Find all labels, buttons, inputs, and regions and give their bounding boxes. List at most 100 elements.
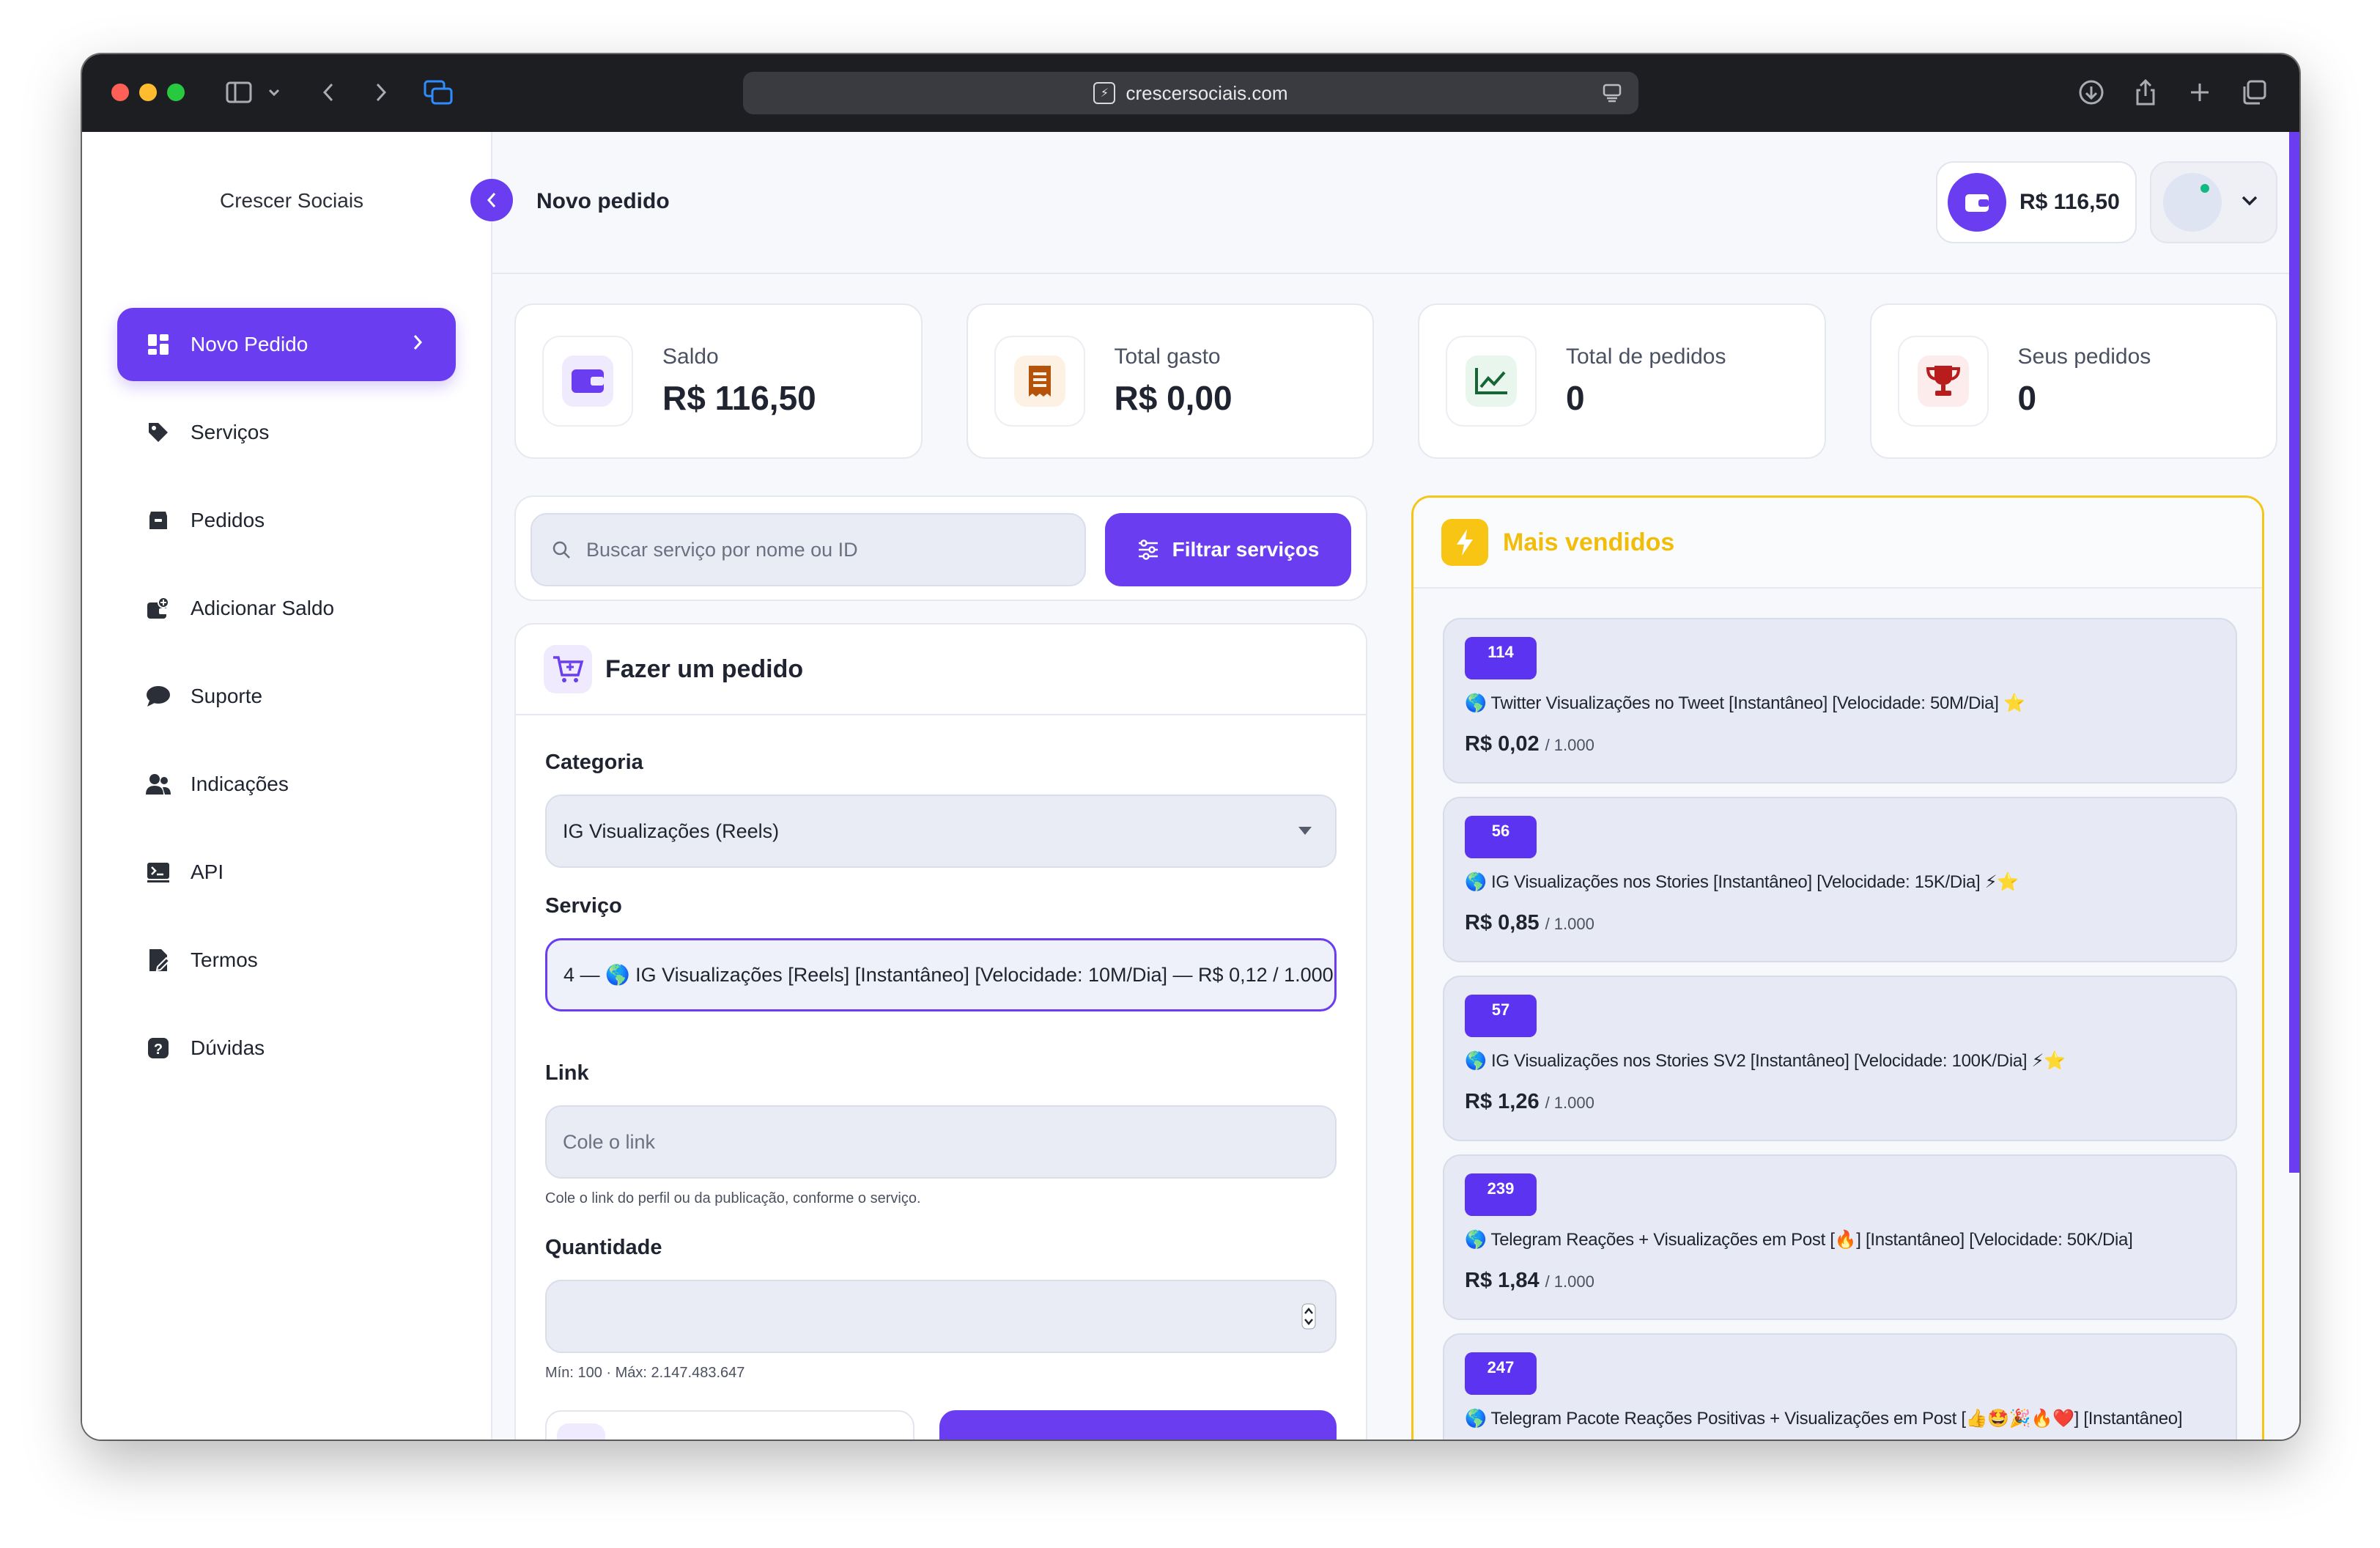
- close-window-button[interactable]: [111, 84, 129, 101]
- quantity-label: Quantidade: [545, 1236, 662, 1259]
- page-scrollbar[interactable]: [2289, 132, 2299, 1173]
- price-unit: / 1.000: [1545, 1272, 1594, 1291]
- service-price: R$ 0,02 / 1.000: [1465, 732, 1594, 756]
- stat-label: Total gasto: [1114, 344, 1221, 369]
- best-seller-item[interactable]: 247 🌎 Telegram Pacote Reações Positivas …: [1443, 1333, 2237, 1440]
- forward-arrow-icon[interactable]: [365, 76, 397, 108]
- cart-icon: [544, 645, 592, 693]
- total-icon: [557, 1423, 605, 1440]
- link-help-text: Cole o link do perfil ou da publicação, …: [545, 1190, 921, 1206]
- tab-overview-icon[interactable]: [2238, 76, 2270, 108]
- sidebar-item-label: Serviços: [191, 421, 270, 443]
- service-id-badge: 56: [1465, 816, 1537, 858]
- stat-label: Saldo: [662, 344, 719, 369]
- lightning-icon: [1441, 519, 1488, 566]
- balance-value: R$ 116,50: [2019, 190, 2120, 214]
- stat-value: 0: [1566, 379, 1585, 417]
- sidebar-item-label: Suporte: [191, 685, 263, 707]
- price-value: R$ 0,85: [1465, 911, 1540, 935]
- sidebar-item-pedidos[interactable]: Pedidos: [117, 484, 456, 557]
- sidebar-item-servicos[interactable]: Serviços: [117, 396, 456, 469]
- service-label: Serviço: [545, 894, 622, 918]
- price-unit: / 1.000: [1545, 736, 1594, 754]
- stat-value: R$ 116,50: [662, 379, 816, 417]
- box-icon: [145, 507, 171, 534]
- page-title: Novo pedido: [536, 189, 670, 213]
- trophy-icon: [1917, 355, 1969, 407]
- dashboard-icon: [145, 331, 171, 358]
- user-menu[interactable]: [2150, 161, 2277, 243]
- search-input[interactable]: Buscar serviço por nome ou ID: [531, 513, 1086, 586]
- stepper-arrows-icon[interactable]: [1301, 1303, 1316, 1335]
- sidebar-item-label: Termos: [191, 948, 258, 971]
- quantity-stepper[interactable]: [545, 1280, 1337, 1353]
- tab-group-icon[interactable]: [422, 76, 454, 108]
- document-icon: [145, 947, 171, 973]
- stat-card-total-pedidos: Total de pedidos 0: [1418, 303, 1826, 459]
- link-input[interactable]: Cole o link: [545, 1105, 1337, 1179]
- order-form-header: Fazer um pedido: [516, 624, 1366, 715]
- service-name: 🌎 Telegram Reações + Visualizações em Po…: [1465, 1230, 2133, 1250]
- new-tab-icon[interactable]: [2184, 76, 2216, 108]
- chat-icon: [145, 683, 171, 710]
- stat-value: 0: [2017, 379, 2037, 417]
- price-value: R$ 1,26: [1465, 1090, 1540, 1113]
- wallet-icon: [1948, 173, 2006, 232]
- sidebar-item-indicacoes[interactable]: Indicações: [117, 748, 456, 821]
- topbar: Novo pedido R$ 116,50: [470, 132, 2299, 274]
- best-seller-item[interactable]: 239 🌎 Telegram Reações + Visualizações e…: [1443, 1154, 2237, 1320]
- svg-text:?: ?: [154, 1042, 163, 1058]
- price-unit: / 1.000: [1545, 915, 1594, 933]
- category-label: Categoria: [545, 751, 643, 774]
- collapse-sidebar-button[interactable]: [470, 179, 513, 221]
- maximize-window-button[interactable]: [167, 84, 185, 101]
- sidebar-item-termos[interactable]: Termos: [117, 924, 456, 997]
- sidebar-item-novo-pedido[interactable]: Novo Pedido: [117, 308, 456, 381]
- price-value: R$ 1,84: [1465, 1269, 1540, 1292]
- chevron-down-icon: [2241, 195, 2258, 210]
- best-seller-item[interactable]: 57 🌎 IG Visualizações nos Stories SV2 [I…: [1443, 976, 2237, 1141]
- share-icon[interactable]: [2129, 76, 2162, 108]
- chevron-right-icon: [412, 333, 424, 357]
- sidebar-toggle-icon[interactable]: [223, 76, 255, 108]
- chart-line-icon: [1466, 355, 1517, 407]
- download-icon[interactable]: [2075, 76, 2107, 108]
- service-value: 4 — 🌎 IG Visualizações [Reels] [Instantâ…: [563, 964, 1334, 986]
- minimize-window-button[interactable]: [139, 84, 157, 101]
- filter-button-label: Filtrar serviços: [1172, 538, 1320, 561]
- category-value: IG Visualizações (Reels): [563, 819, 780, 842]
- address-bar[interactable]: ⚡ crescersociais.com: [743, 72, 1638, 114]
- sidebar-item-api[interactable]: API: [117, 836, 456, 909]
- service-select[interactable]: 4 — 🌎 IG Visualizações [Reels] [Instantâ…: [545, 938, 1337, 1011]
- sidebar: Crescer Sociais Novo Pedido Serviços Ped…: [82, 132, 492, 1440]
- sidebar-item-label: Indicações: [191, 773, 289, 795]
- browser-titlebar: ⚡ crescersociais.com: [82, 54, 2299, 132]
- sidebar-item-adicionar-saldo[interactable]: Adicionar Saldo: [117, 572, 456, 645]
- best-sellers-card: Mais vendidos 114 🌎 Twitter Visualizaçõe…: [1411, 495, 2264, 1440]
- wallet-add-icon: [145, 595, 171, 622]
- service-id-badge: 247: [1465, 1352, 1537, 1395]
- submit-order-button[interactable]: [939, 1410, 1337, 1440]
- sliders-icon: [1138, 539, 1158, 560]
- online-status-dot: [2198, 182, 2211, 195]
- best-sellers-list: 114 🌎 Twitter Visualizações no Tweet [In…: [1443, 618, 2237, 1440]
- best-seller-item[interactable]: 56 🌎 IG Visualizações nos Stories [Insta…: [1443, 797, 2237, 962]
- chevron-down-icon[interactable]: [258, 76, 290, 108]
- sidebar-item-suporte[interactable]: Suporte: [117, 660, 456, 733]
- main-area: Novo pedido R$ 116,50 Saldo R$ 116,50 To…: [470, 132, 2299, 1440]
- back-arrow-icon[interactable]: [312, 76, 344, 108]
- stat-icon-box: [1446, 336, 1537, 427]
- browser-window: ⚡ crescersociais.com Crescer Sociais Nov…: [82, 54, 2299, 1440]
- best-seller-item[interactable]: 114 🌎 Twitter Visualizações no Tweet [In…: [1443, 618, 2237, 784]
- stat-icon-box: [1897, 336, 1989, 427]
- balance-pill[interactable]: R$ 116,50: [1936, 161, 2137, 243]
- service-id-badge: 57: [1465, 995, 1537, 1037]
- sidebar-item-duvidas[interactable]: ? Dúvidas: [117, 1011, 456, 1085]
- sidebar-item-label: Dúvidas: [191, 1036, 265, 1059]
- order-form-card: Fazer um pedido Categoria IG Visualizaçõ…: [514, 623, 1367, 1440]
- service-id-badge: 239: [1465, 1173, 1537, 1216]
- filter-services-button[interactable]: Filtrar serviços: [1105, 513, 1351, 586]
- reader-mode-icon[interactable]: [1602, 82, 1622, 108]
- category-select[interactable]: IG Visualizações (Reels): [545, 795, 1337, 868]
- stat-card-total-gasto: Total gasto R$ 0,00: [966, 303, 1374, 459]
